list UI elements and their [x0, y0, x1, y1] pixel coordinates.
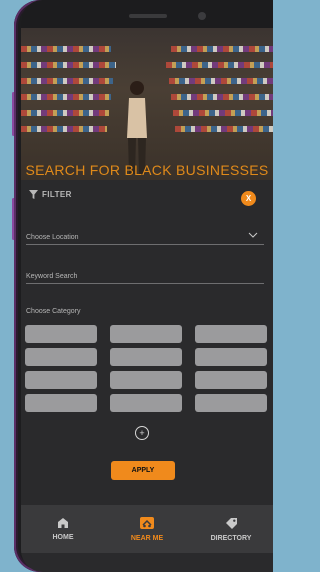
shelf-stripe — [166, 62, 273, 68]
close-filter-button[interactable]: X — [241, 191, 256, 206]
nav-item-directory[interactable]: DIRECTORY — [189, 505, 273, 553]
speaker-grill — [129, 14, 167, 18]
home-icon — [58, 518, 68, 528]
shelf-stripe — [21, 46, 111, 52]
hero-banner: SEARCH FOR BLACK BUSINESSES — [21, 28, 273, 180]
category-option[interactable] — [25, 348, 97, 366]
tag-icon — [225, 517, 237, 529]
category-option[interactable] — [110, 348, 182, 366]
category-option[interactable] — [195, 325, 267, 343]
shelf-stripe — [171, 94, 273, 100]
status-bar — [21, 0, 273, 30]
nav-label-directory: DIRECTORY — [210, 534, 252, 542]
keyword-placeholder: Keyword Search — [26, 272, 78, 280]
funnel-icon — [29, 190, 38, 199]
shelf-stripe — [169, 78, 273, 84]
nav-item-home[interactable]: HOME — [21, 505, 105, 553]
shelf-stripe — [21, 62, 116, 68]
category-label: Choose Category — [26, 308, 81, 315]
nav-label-near-me: NEAR ME — [130, 535, 164, 542]
shelf-stripe — [21, 126, 107, 132]
location-dropdown[interactable]: Choose Location — [26, 230, 264, 245]
category-option[interactable] — [195, 371, 267, 389]
category-option[interactable] — [110, 394, 182, 412]
category-option[interactable] — [25, 371, 97, 389]
category-option[interactable] — [195, 348, 267, 366]
chevron-down-icon — [248, 232, 258, 238]
keyword-search-input[interactable]: Keyword Search — [26, 269, 264, 284]
category-option[interactable] — [110, 325, 182, 343]
category-grid — [25, 325, 268, 412]
filter-header: FILTER — [29, 190, 72, 199]
shelf-stripe — [175, 126, 273, 132]
filter-label: FILTER — [42, 190, 72, 199]
shelf-stripe — [21, 78, 113, 84]
apply-button[interactable]: APPLY — [111, 461, 175, 480]
hero-title: SEARCH FOR BLACK BUSINESSES — [25, 162, 269, 178]
shelf-stripe — [173, 110, 273, 116]
category-option[interactable] — [110, 371, 182, 389]
shelf-stripe — [171, 46, 273, 52]
app-screen: SEARCH FOR BLACK BUSINESSES FILTER X Cho… — [21, 0, 273, 572]
location-placeholder: Choose Location — [26, 233, 79, 241]
near-me-icon — [140, 517, 154, 529]
front-camera — [198, 12, 206, 20]
bottom-nav: HOME NEAR ME DIRECTORY — [21, 505, 273, 553]
category-option[interactable] — [195, 394, 267, 412]
nav-item-near-me[interactable]: NEAR ME — [105, 505, 189, 553]
add-category-button[interactable]: + — [135, 426, 149, 440]
shelf-stripe — [21, 94, 111, 100]
category-option[interactable] — [25, 394, 97, 412]
nav-label-home: HOME — [52, 534, 74, 541]
shelf-stripe — [21, 110, 109, 116]
category-option[interactable] — [25, 325, 97, 343]
